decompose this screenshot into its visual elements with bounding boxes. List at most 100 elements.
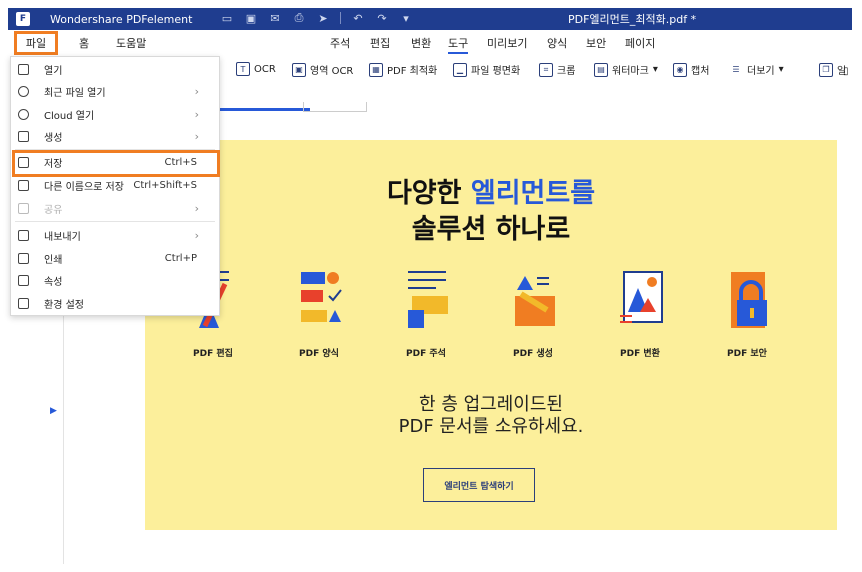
print-icon [18,252,29,264]
tab-page[interactable]: 페이지 [625,35,655,51]
document-tab[interactable] [303,102,367,112]
menu-item-label: 다른 이름으로 저장 [44,181,124,193]
forms-illustration-icon [289,270,349,334]
file-menu-button[interactable]: 파일 [14,31,58,55]
chevron-down-icon: ▾ [652,64,658,75]
crop-label: 크롭 [557,66,576,77]
home-menu[interactable]: 홈 [79,35,89,51]
create-file-icon [18,130,29,142]
help-menu[interactable]: 도움말 [116,35,146,51]
flatten-icon: ▁ [453,62,467,77]
area-select-icon: ▣ [292,62,306,77]
share-icon [18,202,29,214]
camera-icon: ◉ [673,62,687,77]
open-folder-icon[interactable]: ▭ [220,11,234,25]
feature-forms: PDF 양식 [279,270,359,359]
menu-item-share: 공유 › [11,197,219,219]
quick-access-toolbar: ▭ ▣ ✉ ⎙ ➤ ↶ ↷ ▾ [220,11,413,25]
open-file-icon [18,63,29,75]
mail-icon[interactable]: ✉ [268,11,282,25]
menu-item-preferences[interactable]: 환경 설정 [11,292,219,314]
menu-item-label: 생성 [44,132,63,144]
clock-icon [18,85,29,97]
menu-item-label: Cloud 열기 [44,110,95,122]
ocr-button[interactable]: T OCR [236,62,276,76]
create-illustration-icon [503,270,563,334]
redo-icon[interactable]: ↷ [375,11,389,25]
undo-icon[interactable]: ↶ [351,11,365,25]
menu-item-recent[interactable]: 최근 파일 열기 › [11,80,219,102]
menu-item-export[interactable]: 내보내기 › [11,224,219,246]
area-ocr-button[interactable]: ▣ 영역 OCR [292,62,353,77]
tab-convert[interactable]: 변환 [411,35,431,51]
tab-security[interactable]: 보안 [586,35,606,51]
menu-item-label: 공유 [44,204,63,216]
save-as-icon [18,179,29,191]
watermark-label: 워터마크 [612,66,649,77]
settings-sliders-icon [18,297,29,309]
feature-label: PDF 보안 [727,349,767,359]
tab-comment[interactable]: 주석 [330,35,350,51]
tab-forms[interactable]: 양식 [547,35,567,51]
chevron-right-icon: › [194,201,199,215]
capture-button[interactable]: ◉ 캡처 [673,62,709,77]
app-name: Wondershare PDFelement [50,12,193,26]
save-highlight-box [12,150,220,177]
cloud-icon [18,108,29,120]
flatten-button[interactable]: ▁ 파일 평면화 [453,62,520,77]
menu-item-label: 최근 파일 열기 [44,87,106,99]
ocr-label: OCR [254,63,276,75]
shortcut-label: Ctrl+Shift+S [133,179,197,191]
feature-security: PDF 보안 [707,270,787,359]
convert-illustration-icon [610,270,670,334]
tab-tools[interactable]: 도구 [448,35,469,54]
menu-item-label: 환경 설정 [44,299,84,311]
chevron-right-icon: › [194,129,199,143]
feature-create: PDF 생성 [493,270,573,359]
chevron-right-icon: › [194,228,199,242]
menu-item-print[interactable]: 인쇄 Ctrl+P [11,247,219,269]
batch-button[interactable]: ❐ 일 [819,62,846,77]
menu-item-label: 열기 [44,65,63,77]
menu-item-open[interactable]: 열기 [11,58,219,80]
banner-subline: 한 층 업그레이드된 PDF 문서를 소유하세요. [145,394,837,438]
export-icon [18,229,29,241]
menu-item-label: 내보내기 [44,231,81,243]
watermark-button[interactable]: ▤ 워터마크 ▾ [594,62,658,77]
list-icon [18,274,29,286]
tab-preview[interactable]: 미리보기 [487,35,527,51]
menu-item-properties[interactable]: 속성 [11,269,219,291]
optimize-button[interactable]: ▦ PDF 최적화 [369,62,437,77]
headline-text: 다양한 [386,178,471,209]
flatten-label: 파일 평면화 [471,66,521,77]
subline-1: 한 층 업그레이드된 [419,394,563,415]
file-menu-label: 파일 [25,37,47,50]
lock-illustration-icon [717,270,777,334]
shortcut-label: Ctrl+P [164,252,197,264]
menu-item-create[interactable]: 생성 › [11,125,219,147]
save-icon[interactable]: ▣ [244,11,258,25]
promo-banner: 다양한 엘리먼트를 솔루션 하나로 PDF 편집 PDF 양식 PDF 주석 P… [145,140,837,530]
tab-edit[interactable]: 편집 [370,35,390,51]
watermark-icon: ▤ [594,62,608,77]
menu-item-cloud[interactable]: Cloud 열기 › [11,103,219,125]
feature-label: PDF 주석 [406,349,446,359]
more-button[interactable]: ☰ 더보기 ▾ [729,62,783,77]
feature-convert: PDF 변환 [600,270,680,359]
explore-button[interactable]: 엘리먼트 탐색하기 [423,468,535,502]
more-label: 더보기 [747,66,775,77]
document-tab-indicator [210,108,310,111]
feature-label: PDF 생성 [513,349,553,359]
menu-item-save-as[interactable]: 다른 이름으로 저장 Ctrl+Shift+S [11,174,219,196]
comment-illustration-icon [396,270,456,334]
document-title: PDF엘리먼트_최적화.pdf * [568,13,697,26]
menu-lines-icon: ☰ [732,65,740,74]
print-icon[interactable]: ⎙ [292,11,306,25]
crop-button[interactable]: ⌗ 크롭 [539,62,575,77]
expand-panel-icon[interactable]: ▶ [50,406,57,416]
feature-comment: PDF 주석 [386,270,466,359]
feature-label: PDF 편집 [193,349,233,359]
share-icon[interactable]: ➤ [316,11,330,25]
batch-label: 일 [837,66,847,77]
customize-dropdown-icon[interactable]: ▾ [399,11,413,25]
